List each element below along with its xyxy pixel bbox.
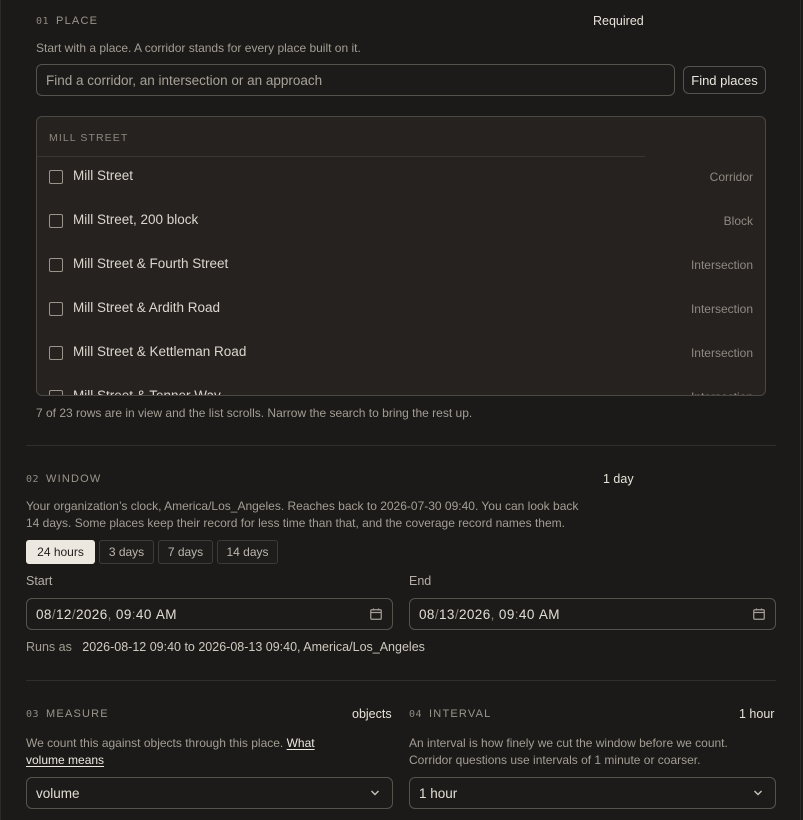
interval-desc-line1: An interval is how finely we cut the win… — [409, 736, 728, 750]
checkbox[interactable] — [49, 390, 63, 395]
checkbox[interactable] — [49, 214, 63, 228]
list-heading: MILL STREET — [49, 132, 129, 144]
list-item-kind: Intersection — [690, 258, 753, 272]
calendar-icon[interactable] — [370, 608, 382, 620]
place-intro: Start with a place. A corridor stands fo… — [36, 41, 361, 55]
list-item-kind: Corridor — [709, 170, 753, 184]
interval-select[interactable]: 1 hour — [409, 777, 776, 809]
list-item-kind: Intersection — [691, 390, 753, 395]
list-item[interactable]: Mill Street & Tenner Way Intersection — [37, 377, 765, 396]
measure-desc: We count this against objects through th… — [26, 736, 315, 767]
required-badge: Required — [593, 14, 644, 28]
place-section-label: 01 PLACE — [36, 15, 99, 27]
section-divider — [26, 445, 776, 446]
place-results-list[interactable]: MILL STREET Mill Street Corridor Mill St… — [36, 116, 766, 396]
list-item-label: Mill Street — [73, 168, 134, 183]
checkbox[interactable] — [49, 302, 63, 316]
window-value: 1 day — [603, 472, 634, 486]
runs-as-value: 2026-08-12 09:40 to 2026-08-13 09:40, Am… — [82, 640, 425, 654]
checkbox[interactable] — [49, 346, 63, 360]
calendar-icon[interactable] — [753, 608, 765, 620]
list-item-kind: Intersection — [690, 302, 753, 316]
what-volume-means-link-cont[interactable]: volume means — [26, 753, 104, 767]
chevron-down-icon — [371, 790, 379, 796]
checkbox[interactable] — [49, 258, 63, 272]
window-desc-line2: 14 days. Some places keep their record f… — [26, 516, 565, 530]
measure-select[interactable]: volume — [26, 777, 393, 809]
interval-desc-line2: Corridor questions use intervals of 1 mi… — [409, 753, 701, 767]
list-item[interactable]: Mill Street & Fourth Street Intersection — [37, 245, 765, 289]
runs-as-label: Runs as — [26, 640, 72, 654]
what-volume-means-link[interactable]: What — [287, 736, 315, 750]
preset-24-hours[interactable]: 24 hours — [26, 540, 95, 564]
list-item[interactable]: Mill Street & Kettleman Road Intersectio… — [37, 333, 765, 377]
list-item-label: Mill Street & Ardith Road — [73, 300, 221, 315]
list-item[interactable]: Mill Street Corridor — [37, 157, 765, 201]
start-label: Start — [26, 574, 53, 588]
measure-value: objects — [352, 707, 392, 721]
preset-3-days[interactable]: 3 days — [99, 540, 154, 564]
end-label: End — [409, 574, 432, 588]
list-item[interactable]: Mill Street, 200 block Block — [37, 201, 765, 245]
list-item-kind: Block — [723, 214, 753, 228]
chevron-down-icon — [754, 790, 762, 796]
preset-7-days[interactable]: 7 days — [158, 540, 213, 564]
interval-section-label: 04 INTERVAL — [409, 708, 492, 720]
checkbox[interactable] — [49, 170, 63, 184]
measure-section-label: 03 MEASURE — [26, 708, 109, 720]
list-item[interactable]: Mill Street & Ardith Road Intersection — [37, 289, 765, 333]
list-item-label: Mill Street, 200 block — [73, 212, 199, 227]
list-item-kind: Intersection — [690, 346, 753, 360]
runs-as-row: Runs as 2026-08-12 09:40 to 2026-08-13 0… — [26, 640, 425, 654]
find-places-button[interactable]: Find places — [683, 66, 766, 94]
section-divider — [26, 680, 776, 681]
window-section-label: 02 WINDOW — [26, 473, 102, 485]
preset-14-days[interactable]: 14 days — [217, 540, 278, 564]
scroll-note: 7 of 23 rows are in view and the list sc… — [36, 406, 473, 420]
start-datetime-input[interactable]: 08/12/2026, 09:40 AM — [26, 598, 393, 630]
list-item-label: Mill Street & Tenner Way — [73, 388, 221, 396]
list-item-label: Mill Street & Fourth Street — [73, 256, 229, 271]
interval-value: 1 hour — [739, 707, 775, 721]
window-desc-line1: Your organization’s clock, America/Los_A… — [26, 499, 579, 513]
place-search-input[interactable]: Find a corridor, an intersection or an a… — [36, 64, 675, 96]
end-datetime-input[interactable]: 08/13/2026, 09:40 AM — [409, 598, 776, 630]
list-item-label: Mill Street & Kettleman Road — [73, 344, 247, 359]
